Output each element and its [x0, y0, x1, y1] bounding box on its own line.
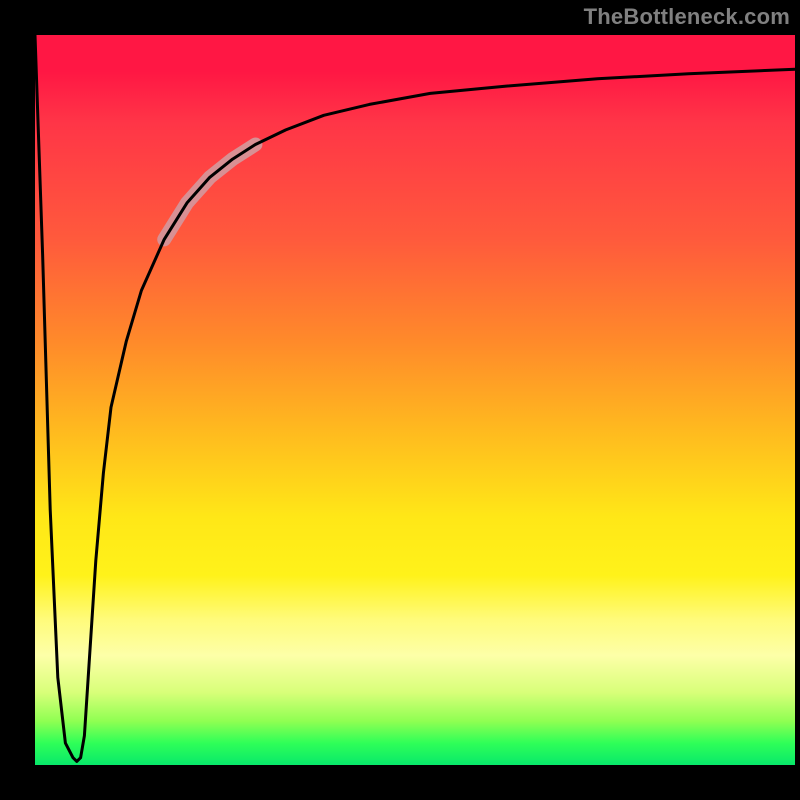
curve-main [35, 35, 795, 761]
plot-area [35, 35, 795, 765]
watermark-label: TheBottleneck.com [584, 4, 790, 30]
chart-frame: TheBottleneck.com [0, 0, 800, 800]
curve-highlight [164, 145, 255, 240]
curve-svg [35, 35, 795, 765]
